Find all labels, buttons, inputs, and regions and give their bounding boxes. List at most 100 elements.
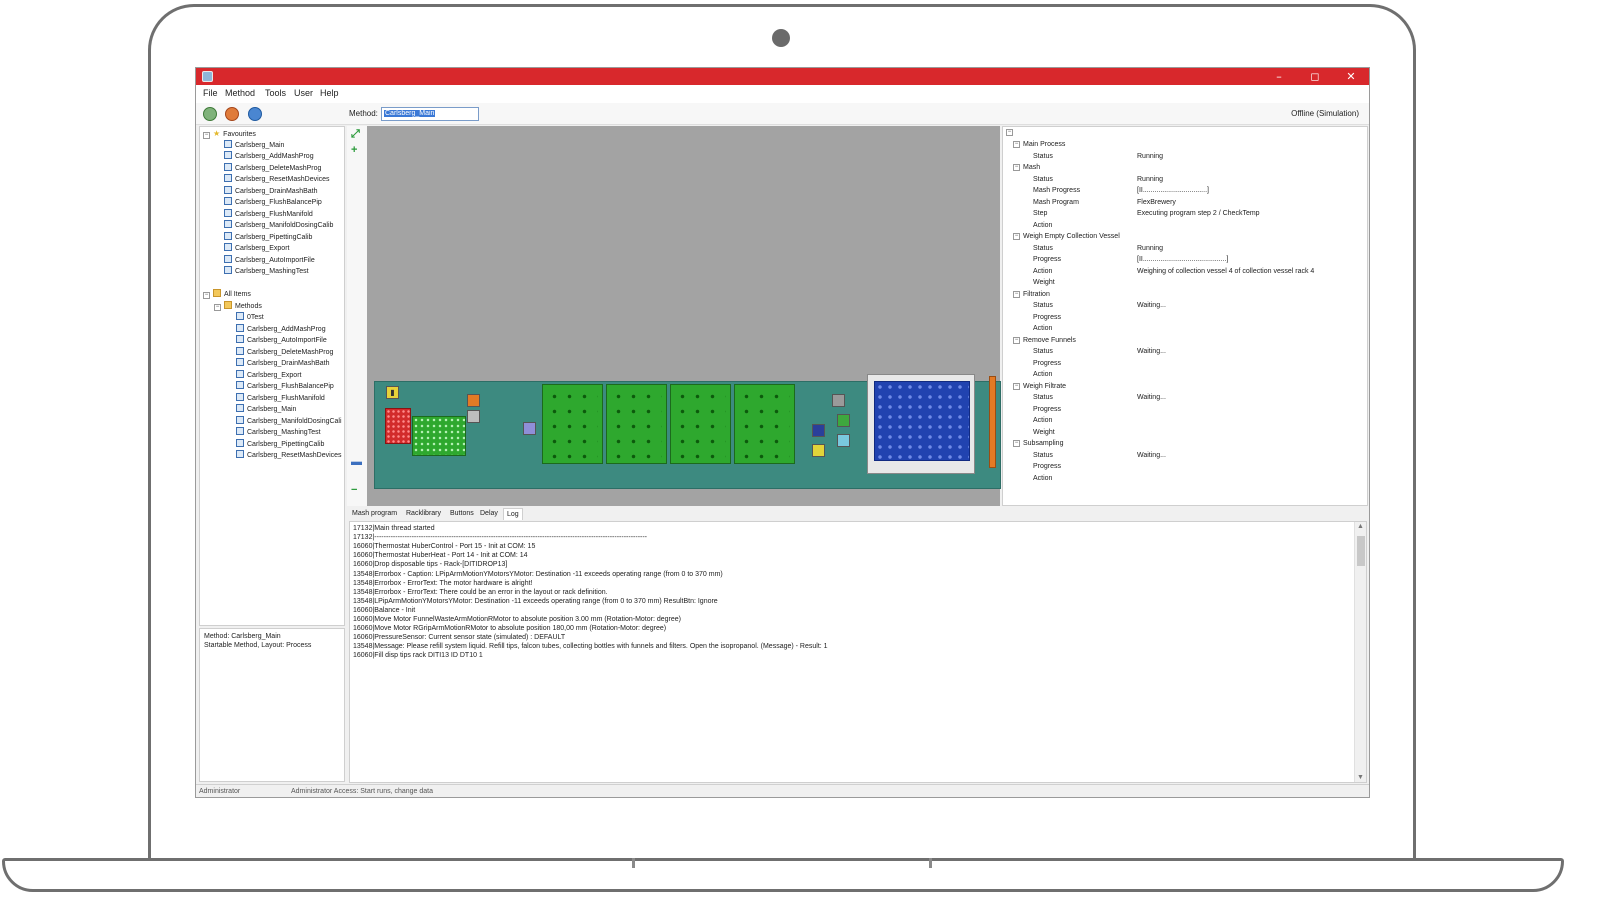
tree-item[interactable]: Carlsberg_FlushManifold	[236, 393, 325, 404]
tree-item[interactable]: Carlsberg_ManifoldDosingCalib	[224, 220, 333, 231]
grey-station-icon[interactable]	[832, 394, 845, 407]
tree-item[interactable]: Carlsberg_FlushBalancePip	[236, 381, 334, 392]
log-scrollbar[interactable]: ▲ ▼	[1354, 522, 1366, 782]
tree-label: Carlsberg_FlushManifold	[247, 395, 325, 402]
zoom-in-icon[interactable]: +	[351, 144, 357, 156]
status-key: Action	[1033, 371, 1053, 378]
tree-label: Carlsberg_PipettingCalib	[235, 234, 313, 241]
title-bar[interactable]: – ◻ ✕	[196, 68, 1369, 85]
grey-tool-icon[interactable]	[467, 410, 480, 423]
green-tip-rack[interactable]	[412, 416, 466, 456]
status-group[interactable]: − Remove Funnels	[1003, 335, 1367, 346]
tree-item[interactable]: Carlsberg_MashingTest	[236, 427, 321, 438]
green-plate[interactable]	[734, 384, 795, 464]
collapse-icon[interactable]: −	[1013, 336, 1020, 344]
tree-item[interactable]: Carlsberg_DrainMashBath	[236, 358, 329, 369]
tree-item[interactable]: Carlsberg_ManifoldDosingCali	[236, 416, 342, 427]
status-group[interactable]: − Main Process	[1003, 139, 1367, 150]
status-group[interactable]: − Weigh Filtrate	[1003, 381, 1367, 392]
method-field[interactable]: Carlsberg_Main	[381, 107, 479, 121]
cyan-station-icon[interactable]	[837, 434, 850, 447]
status-group[interactable]: − Weigh Empty Collection Vessel	[1003, 231, 1367, 242]
collapse-icon[interactable]: −	[1013, 233, 1020, 240]
status-group[interactable]: − Filtration	[1003, 289, 1367, 300]
tree-item[interactable]: Carlsberg_DrainMashBath	[224, 186, 317, 197]
minimize-button[interactable]: –	[1261, 68, 1297, 85]
tree-item[interactable]: Carlsberg_FlushBalancePip	[224, 197, 322, 208]
collapse-icon[interactable]: −	[1013, 141, 1020, 148]
tree-all-items[interactable]: − All Items	[203, 289, 251, 300]
tab-mash-program[interactable]: Mash program	[349, 508, 400, 519]
status-key: Status	[1033, 175, 1053, 183]
run-icon[interactable]	[203, 107, 217, 121]
status-key: Status	[1033, 394, 1053, 401]
method-icon	[236, 427, 244, 435]
orange-tool-icon[interactable]	[467, 394, 480, 407]
green-plate[interactable]	[606, 384, 667, 464]
tree-item[interactable]: Carlsberg_Main	[236, 404, 296, 415]
tree-item[interactable]: Carlsberg_AutoImportFile	[236, 335, 327, 346]
tree-item[interactable]: Carlsberg_MashingTest	[224, 266, 309, 277]
tree-item[interactable]: Carlsberg_PipettingCalib	[224, 232, 312, 243]
tree-item[interactable]: 0Test	[236, 312, 264, 323]
menu-tools[interactable]: Tools	[265, 88, 286, 98]
collapse-icon[interactable]: −	[1006, 129, 1013, 136]
close-button[interactable]: ✕	[1333, 68, 1369, 85]
status-row: Status Waiting...	[1003, 346, 1367, 357]
slider-handle-icon[interactable]: ▬	[351, 456, 362, 468]
tree-item[interactable]: Carlsberg_AutoImportFile	[224, 255, 315, 266]
scroll-down-icon[interactable]: ▼	[1357, 774, 1364, 781]
stop-icon[interactable]	[225, 107, 239, 121]
menu-user[interactable]: User	[294, 88, 313, 98]
blue-station-icon[interactable]	[812, 424, 825, 437]
menu-help[interactable]: Help	[320, 88, 339, 98]
tree-item[interactable]: Carlsberg_ResetMashDevices	[236, 450, 342, 461]
maximize-button[interactable]: ◻	[1297, 68, 1333, 85]
tree-item[interactable]: Carlsberg_Main	[224, 140, 284, 151]
log-line: 16060|Move Motor FunnelWasteArmMotionRMo…	[353, 616, 681, 623]
zoom-out-icon[interactable]: −	[351, 484, 357, 496]
collapse-icon[interactable]: −	[1013, 382, 1020, 390]
collapse-icon[interactable]: −	[1013, 290, 1020, 298]
collapse-icon[interactable]: −	[203, 292, 210, 299]
tree-item[interactable]: Carlsberg_ResetMashDevices	[224, 174, 330, 185]
tree-item[interactable]: Carlsberg_Export	[236, 370, 301, 381]
tree-item[interactable]: Carlsberg_FlushManifold	[224, 209, 313, 220]
tree-methods[interactable]: − Methods	[214, 301, 262, 312]
green-station-icon[interactable]	[837, 414, 850, 427]
collapse-icon[interactable]: −	[1013, 440, 1020, 447]
tree-item[interactable]: Carlsberg_DeleteMashProg	[236, 347, 333, 358]
menu-method[interactable]: Method	[225, 88, 255, 98]
tab-buttons[interactable]: Buttons	[447, 508, 477, 519]
refresh-icon[interactable]	[248, 107, 262, 121]
tree-item[interactable]: Carlsberg_AddMashProg	[236, 324, 326, 335]
collapse-icon[interactable]: −	[214, 304, 221, 311]
tree-item[interactable]: Carlsberg_Export	[224, 243, 289, 254]
tip-marker-icon[interactable]: ▮	[386, 386, 399, 399]
scroll-thumb[interactable]	[1357, 536, 1365, 566]
status-group[interactable]: − Subsampling	[1003, 438, 1367, 449]
fit-view-icon[interactable]: ⤢	[351, 128, 360, 141]
menu-file[interactable]: File	[203, 88, 218, 98]
log-line: 16060|Balance - Init	[353, 606, 416, 614]
collapse-icon[interactable]: −	[1013, 164, 1020, 171]
tree-label: All Items	[224, 291, 251, 298]
red-tube-rack[interactable]	[385, 408, 411, 444]
tree-item[interactable]: Carlsberg_PipettingCalib	[236, 439, 324, 450]
tab-delay[interactable]: Delay	[477, 508, 501, 519]
tree-item[interactable]: Carlsberg_DeleteMashProg	[224, 163, 321, 174]
tab-racklibrary[interactable]: Racklibrary	[403, 508, 444, 519]
status-group[interactable]: − Mash	[1003, 162, 1367, 173]
tree-favourites[interactable]: − ★ Favourites	[203, 128, 256, 139]
green-plate[interactable]	[670, 384, 731, 464]
tab-log[interactable]: Log	[503, 508, 523, 520]
tree-item[interactable]: Carlsberg_AddMashProg	[224, 151, 314, 162]
scroll-up-icon[interactable]: ▲	[1357, 523, 1364, 530]
purple-tool-icon[interactable]	[523, 422, 536, 435]
green-plate[interactable]	[542, 384, 603, 464]
orange-waste-bar[interactable]	[989, 376, 996, 468]
method-field-value: Carlsberg_Main	[384, 110, 436, 117]
blue-plate-carrier[interactable]	[867, 374, 975, 474]
collapse-icon[interactable]: −	[203, 132, 210, 139]
yellow-station-icon[interactable]	[812, 444, 825, 457]
